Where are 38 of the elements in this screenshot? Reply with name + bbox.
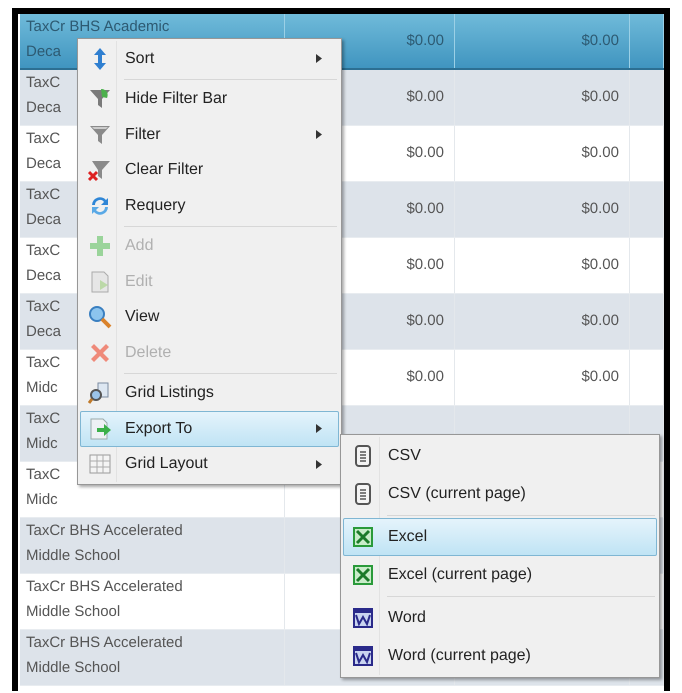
table-cell: $0.00 xyxy=(406,144,444,161)
table-cell-text: Middle School xyxy=(26,602,120,622)
table-cell: $0.00 xyxy=(406,312,444,329)
table-cell-text: Midc xyxy=(26,434,58,454)
table-cell-text: TaxC xyxy=(26,185,60,205)
table-cell: $0.00 xyxy=(406,88,444,105)
table-cell-text: Midc xyxy=(26,378,58,398)
table-cell: $0.00 xyxy=(406,32,444,49)
table-cell-text: TaxC xyxy=(26,73,60,93)
table-cell: $0.00 xyxy=(581,312,619,329)
table-cell-text: Middle School xyxy=(26,546,120,566)
table-cell: $0.00 xyxy=(581,88,619,105)
table-cell-text: TaxCr BHS Academic xyxy=(26,17,170,37)
table-cell-text: Deca xyxy=(26,154,62,174)
table-cell: $0.00 xyxy=(581,32,619,49)
table-cell: $0.00 xyxy=(406,200,444,217)
table-cell-text: TaxC xyxy=(26,465,60,485)
table-cell: $0.00 xyxy=(581,200,619,217)
table-cell-text: TaxCr BHS Accelerated xyxy=(26,577,183,597)
table-cell-text: TaxC xyxy=(26,241,60,261)
table-cell-text: TaxCr BHS Accelerated xyxy=(26,521,183,541)
table-cell-text: Deca xyxy=(26,266,62,286)
table-cell: $0.00 xyxy=(581,256,619,273)
table-cell-text: TaxC xyxy=(26,297,60,317)
table-cell: $0.00 xyxy=(406,256,444,273)
table-cell-text: Midc xyxy=(26,490,58,510)
table-cell-text: TaxC xyxy=(26,353,60,373)
table-cell-text: Deca xyxy=(26,322,62,342)
table-cell-text: Deca xyxy=(26,210,62,230)
table-cell-text: TaxCr BHS Accelerated xyxy=(26,633,183,653)
table-cell-text: TaxC xyxy=(26,129,60,149)
table-cell-text: TaxC xyxy=(26,409,60,429)
table-cell-text: Deca xyxy=(26,42,62,62)
table-cell-text: Middle School xyxy=(26,658,120,678)
table-cell: $0.00 xyxy=(581,368,619,385)
table-cell-text: Deca xyxy=(26,98,62,118)
table-cell: $0.00 xyxy=(581,144,619,161)
table-cell: $0.00 xyxy=(406,368,444,385)
